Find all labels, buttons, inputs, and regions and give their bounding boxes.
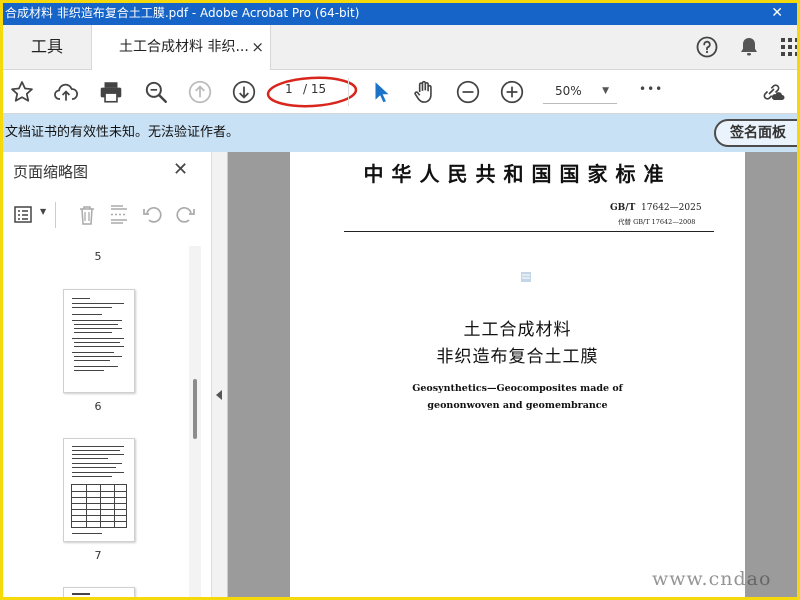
red-circle-annotation xyxy=(266,76,358,108)
rotate-right-icon[interactable] xyxy=(173,203,197,227)
header-rule xyxy=(344,231,714,232)
panel-toolbar: ▼ xyxy=(3,198,211,234)
star-icon[interactable] xyxy=(9,79,35,105)
window-title: 合成材料 非织造布复合土工膜.pdf - Adobe Acrobat Pro (… xyxy=(5,6,360,20)
thumbnail-page-7[interactable] xyxy=(63,438,135,542)
hand-tool-icon[interactable] xyxy=(411,79,437,105)
thumbnail-page-number: 7 xyxy=(94,549,102,562)
certificate-notice-message: 文档证书的有效性未知。无法验证作者。 xyxy=(5,125,240,140)
tab-tools[interactable]: 工具 xyxy=(3,25,91,70)
tab-bar: 工具 土工合成材料 非织... × xyxy=(3,25,797,71)
print-icon[interactable] xyxy=(98,79,124,105)
upload-cloud-icon[interactable] xyxy=(53,79,79,105)
previous-page-icon[interactable] xyxy=(187,79,213,105)
options-caret-icon[interactable]: ▼ xyxy=(40,207,46,216)
title-en-line2: geononwoven and geomembrance xyxy=(427,400,608,411)
tab-document[interactable]: 土工合成材料 非织... × xyxy=(91,25,271,71)
panel-separator xyxy=(55,202,56,228)
panel-close-button[interactable]: ✕ xyxy=(173,159,188,180)
acrobat-window: 合成材料 非织造布复合土工膜.pdf - Adobe Acrobat Pro (… xyxy=(3,3,797,597)
thumbnail-list: 5 6 7 xyxy=(11,242,201,597)
share-link-icon[interactable] xyxy=(759,79,785,105)
title-zh-line1: 土工合成材料 xyxy=(463,320,572,340)
next-page-icon[interactable] xyxy=(231,79,257,105)
standard-header: 中华人民共和国国家标准 xyxy=(363,162,672,186)
help-icon[interactable] xyxy=(695,35,719,59)
more-tools-button[interactable]: ••• xyxy=(639,82,663,96)
toolbar-separator xyxy=(348,78,349,106)
title-en-line1: Geosynthetics—Geocomposites made of xyxy=(412,383,623,394)
tab-close-button[interactable]: × xyxy=(251,25,264,70)
zoom-value: 50% xyxy=(555,84,582,98)
ics-mark-icon xyxy=(521,272,531,282)
main-toolbar: 1 / 15 50% ▼ ••• xyxy=(3,70,797,114)
page-thumbnails-panel: 页面缩略图 ✕ ▼ 5 6 7 xyxy=(3,152,211,597)
collapse-arrow-icon xyxy=(216,390,222,400)
title-zh-line2: 非织造布复合土工膜 xyxy=(436,347,599,367)
trash-icon[interactable] xyxy=(75,203,99,227)
document-page: 中华人民共和国国家标准 GB/T 17642—2025 代替 GB/T 1764… xyxy=(290,152,745,597)
standard-code-prefix: GB/T xyxy=(610,203,636,213)
replaces-prefix: 代替 xyxy=(618,218,631,226)
tab-document-label: 土工合成材料 非织... xyxy=(119,39,249,55)
thumbnail-page-number: 5 xyxy=(94,250,102,263)
apps-grid-icon[interactable] xyxy=(778,35,797,59)
site-watermark: www.cndao xyxy=(652,568,772,590)
replaces-code-value: GB/T 17642—2008 xyxy=(633,218,696,226)
replaces-code: 代替 GB/T 17642—2008 xyxy=(618,216,695,226)
chevron-down-icon: ▼ xyxy=(602,86,609,96)
zoom-in-icon[interactable] xyxy=(499,79,525,105)
thumbnail-page-8[interactable] xyxy=(63,587,135,597)
thumbnail-options-icon[interactable] xyxy=(13,203,37,227)
panel-collapse-handle[interactable] xyxy=(211,152,228,597)
window-close-button[interactable]: ✕ xyxy=(771,3,783,23)
thumbnail-page-number: 6 xyxy=(94,400,102,413)
bell-icon[interactable] xyxy=(737,35,761,59)
rotate-left-icon[interactable] xyxy=(141,203,165,227)
zoom-dropdown[interactable]: 50% ▼ xyxy=(543,80,617,104)
title-bar: 合成材料 非织造布复合土工膜.pdf - Adobe Acrobat Pro (… xyxy=(3,3,797,25)
thumbnail-scrollbar-thumb[interactable] xyxy=(193,379,197,439)
thumbnail-page-6[interactable] xyxy=(63,289,135,393)
standard-code-number: 17642—2025 xyxy=(641,203,702,213)
zoom-search-icon[interactable] xyxy=(143,79,169,105)
panel-title: 页面缩略图 xyxy=(13,163,89,181)
zoom-out-icon[interactable] xyxy=(455,79,481,105)
select-arrow-icon[interactable] xyxy=(369,79,395,105)
signature-panel-button[interactable]: 签名面板 xyxy=(714,119,797,147)
standard-code: GB/T 17642—2025 xyxy=(610,203,702,213)
extract-pages-icon[interactable] xyxy=(107,203,131,227)
document-viewport[interactable]: 中华人民共和国国家标准 GB/T 17642—2025 代替 GB/T 1764… xyxy=(228,152,797,597)
certificate-notice-bar: 文档证书的有效性未知。无法验证作者。 签名面板 xyxy=(3,114,797,152)
